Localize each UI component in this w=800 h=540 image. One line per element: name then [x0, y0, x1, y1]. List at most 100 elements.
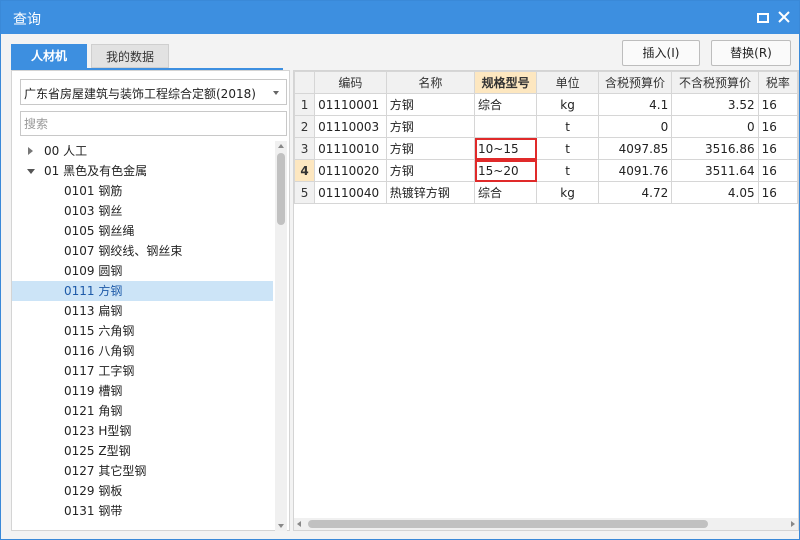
cell-rate[interactable]: 16 [757, 137, 798, 160]
cell-tax-price[interactable]: 4091.76 [597, 159, 673, 182]
tree-item[interactable]: 0125 Z型钢 [12, 441, 273, 461]
column-header[interactable]: 编码 [314, 71, 387, 94]
tree-item[interactable]: 0107 钢绞线、钢丝束 [12, 241, 273, 261]
tree-item-label: 0101 钢筋 [64, 184, 123, 198]
quota-library-select[interactable]: 广东省房屋建筑与装饰工程综合定额(2018) [20, 79, 287, 105]
cell-unit[interactable]: t [536, 115, 599, 138]
table-row[interactable]: 1 01110001 方钢 综合 kg 4.1 3.52 16 [294, 93, 798, 116]
tree-item[interactable]: 0115 六角钢 [12, 321, 273, 341]
table-row[interactable]: 2 01110003 方钢 t 0 0 16 [294, 115, 798, 138]
tree-item[interactable]: 0129 钢板 [12, 481, 273, 501]
cell-name[interactable]: 热镀锌方钢 [385, 181, 476, 204]
tree-item-label: 01 黑色及有色金属 [44, 164, 148, 178]
tree-item[interactable]: 0121 角钢 [12, 401, 273, 421]
chevron-down-icon[interactable] [273, 91, 279, 95]
cell-tax-price[interactable]: 4.72 [597, 181, 673, 204]
tab-materials[interactable]: 人材机 [11, 44, 87, 68]
hscroll-thumb[interactable] [308, 520, 708, 528]
tree-item[interactable]: 0111 方钢 [12, 281, 273, 301]
scroll-left-icon[interactable] [297, 521, 301, 527]
tree-item-label: 0103 钢丝 [64, 204, 123, 218]
tree-item-label: 00 人工 [44, 144, 88, 158]
cell-code[interactable]: 01110040 [314, 181, 387, 204]
tree-item[interactable]: 0117 工字钢 [12, 361, 273, 381]
tree-item[interactable]: 0123 H型钢 [12, 421, 273, 441]
row-number[interactable]: 2 [294, 115, 316, 138]
query-dialog: 查询 人材机 我的数据 插入(I) 替换(R) 广东省房屋建筑与装饰工程综合定额… [0, 0, 800, 540]
cell-name[interactable]: 方钢 [385, 137, 476, 160]
cell-rate[interactable]: 16 [757, 181, 798, 204]
cell-unit[interactable]: kg [536, 181, 599, 204]
tree-item-label: 0121 角钢 [64, 404, 123, 418]
category-panel: 广东省房屋建筑与装饰工程综合定额(2018) 00 人工 01 黑色及有色金属 01… [11, 70, 290, 531]
grid-hscrollbar[interactable] [294, 518, 798, 530]
scroll-right-icon[interactable] [791, 521, 795, 527]
search-input[interactable] [20, 111, 287, 136]
tree-item[interactable]: 00 人工 [12, 141, 273, 161]
cell-spec[interactable]: 综合 [473, 93, 538, 116]
row-number[interactable]: 4 [294, 159, 316, 182]
cell-code[interactable]: 01110003 [314, 115, 387, 138]
cell-tax-price[interactable]: 0 [597, 115, 673, 138]
insert-button[interactable]: 插入(I) [622, 40, 700, 66]
cell-name[interactable]: 方钢 [385, 159, 476, 182]
row-number[interactable]: 5 [294, 181, 316, 204]
table-row[interactable]: 4 01110020 方钢 15~20 t 4091.76 3511.64 16 [294, 159, 798, 182]
cell-rate[interactable]: 16 [757, 159, 798, 182]
tree-item[interactable]: 0113 扁钢 [12, 301, 273, 321]
cell-notax-price[interactable]: 3.52 [671, 93, 759, 116]
cell-rate[interactable]: 16 [757, 115, 798, 138]
tree-item[interactable]: 01 黑色及有色金属 [12, 161, 273, 181]
caret-right-icon[interactable] [28, 147, 33, 155]
replace-button[interactable]: 替换(R) [711, 40, 791, 66]
tree-item[interactable]: 0127 其它型钢 [12, 461, 273, 481]
column-header[interactable]: 含税预算价 [597, 71, 673, 94]
cell-notax-price[interactable]: 4.05 [671, 181, 759, 204]
cell-notax-price[interactable]: 0 [671, 115, 759, 138]
cell-tax-price[interactable]: 4097.85 [597, 137, 673, 160]
row-number[interactable]: 1 [294, 93, 316, 116]
tree-item[interactable]: 0116 八角钢 [12, 341, 273, 361]
maximize-icon[interactable] [754, 9, 770, 25]
scroll-down-icon[interactable] [278, 524, 284, 528]
column-header[interactable]: 税率 [757, 71, 798, 94]
cell-rate[interactable]: 16 [757, 93, 798, 116]
row-number[interactable]: 3 [294, 137, 316, 160]
title-bar[interactable]: 查询 [1, 1, 799, 34]
cell-name[interactable]: 方钢 [385, 115, 476, 138]
cell-spec[interactable]: 15~20 [473, 159, 538, 182]
tree-scrollbar[interactable] [275, 141, 287, 531]
quota-library-value: 广东省房屋建筑与装饰工程综合定额(2018) [24, 87, 256, 101]
caret-down-icon[interactable] [27, 169, 35, 174]
table-row[interactable]: 5 01110040 热镀锌方钢 综合 kg 4.72 4.05 16 [294, 181, 798, 204]
tab-my-data[interactable]: 我的数据 [91, 44, 169, 68]
cell-spec[interactable]: 综合 [473, 181, 538, 204]
cell-code[interactable]: 01110001 [314, 93, 387, 116]
cell-tax-price[interactable]: 4.1 [597, 93, 673, 116]
scroll-thumb[interactable] [277, 153, 285, 225]
tree-item[interactable]: 0119 槽钢 [12, 381, 273, 401]
cell-notax-price[interactable]: 3511.64 [671, 159, 759, 182]
column-header[interactable]: 单位 [536, 71, 599, 94]
column-header[interactable]: 不含税预算价 [671, 71, 759, 94]
tree-item[interactable]: 0101 钢筋 [12, 181, 273, 201]
cell-name[interactable]: 方钢 [385, 93, 476, 116]
cell-unit[interactable]: t [536, 137, 599, 160]
table-row[interactable]: 3 01110010 方钢 10~15 t 4097.85 3516.86 16 [294, 137, 798, 160]
scroll-up-icon[interactable] [278, 144, 284, 148]
material-table: 编码 名称 规格型号 单位 含税预算价 不含税预算价 税率 1 01110001 方钢 综合 kg 4… [294, 71, 798, 204]
close-icon[interactable] [776, 9, 792, 25]
tree-item[interactable]: 0103 钢丝 [12, 201, 273, 221]
column-header[interactable]: 规格型号 [473, 71, 538, 94]
cell-unit[interactable]: t [536, 159, 599, 182]
column-header[interactable]: 名称 [385, 71, 476, 94]
cell-code[interactable]: 01110010 [314, 137, 387, 160]
tree-item[interactable]: 0105 钢丝绳 [12, 221, 273, 241]
tree-item[interactable]: 0109 圆钢 [12, 261, 273, 281]
cell-code[interactable]: 01110020 [314, 159, 387, 182]
cell-unit[interactable]: kg [536, 93, 599, 116]
tree-item[interactable]: 0131 钢带 [12, 501, 273, 521]
cell-spec[interactable]: 10~15 [473, 137, 538, 160]
cell-spec[interactable] [473, 115, 538, 138]
cell-notax-price[interactable]: 3516.86 [671, 137, 759, 160]
